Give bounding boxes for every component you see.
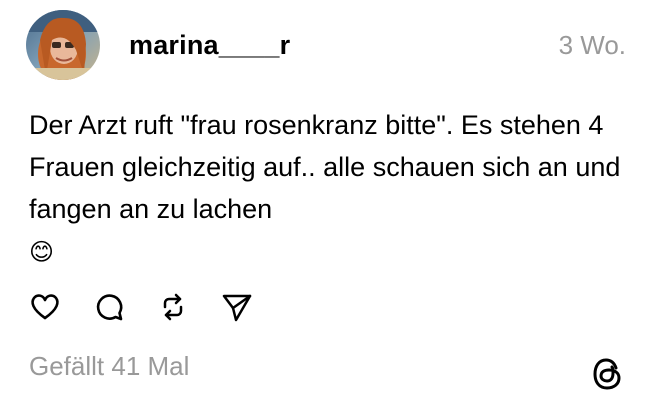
comment-bubble-icon [96,294,123,321]
repost-icon [163,293,183,321]
username[interactable]: marina____r [129,27,290,63]
post-body: Der Arzt ruft "frau rosenkranz bitte". E… [29,104,629,272]
threads-logo-icon[interactable] [590,356,624,392]
threads-logo-glyph [593,358,621,390]
comment-button[interactable] [92,290,126,324]
threads-post: marina____r 3 Wo. Der Arzt ruft "frau ro… [0,0,652,402]
heart-icon [31,294,59,320]
share-button[interactable] [220,290,254,324]
repost-button[interactable] [156,290,190,324]
avatar[interactable] [26,10,100,80]
smile-emoji: 😊 [29,238,55,266]
like-button[interactable] [28,290,62,324]
send-icon [222,294,252,322]
post-text: Der Arzt ruft "frau rosenkranz bitte". E… [29,110,621,224]
like-count[interactable]: Gefällt 41 Mal [29,348,189,384]
post-timestamp: 3 Wo. [558,30,626,60]
avatar-photo [26,10,100,80]
